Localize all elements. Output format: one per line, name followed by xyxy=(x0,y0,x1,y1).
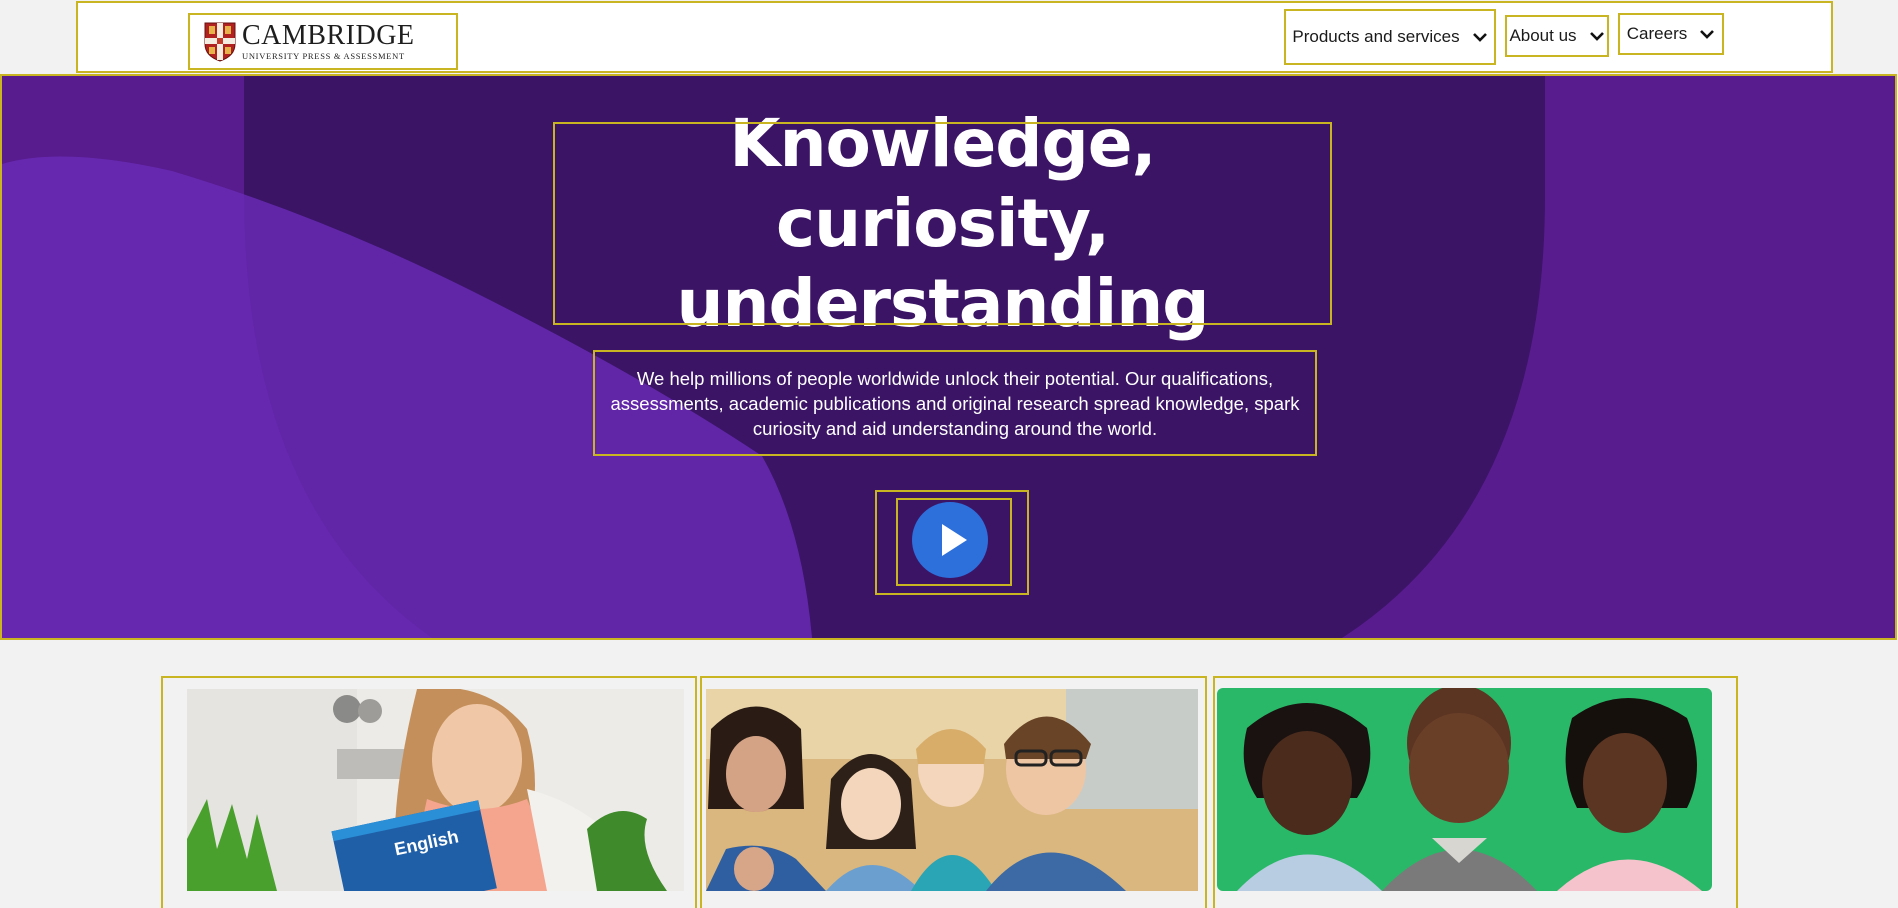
chevron-down-icon xyxy=(1472,33,1487,42)
nav-products-label: Products and services xyxy=(1292,27,1460,46)
nav-careers-label: Careers xyxy=(1626,24,1688,43)
card-image-woman-reading[interactable]: English xyxy=(187,689,684,891)
logo-tagline: UNIVERSITY PRESS & ASSESSMENT xyxy=(242,51,405,62)
play-icon xyxy=(942,524,967,556)
card-image-students[interactable] xyxy=(706,689,1198,891)
chevron-down-icon xyxy=(1700,30,1715,39)
chevron-down-icon xyxy=(1589,32,1604,41)
site-header: CAMBRIDGE UNIVERSITY PRESS & ASSESSMENT … xyxy=(76,1,1833,73)
card-image-children[interactable] xyxy=(1217,688,1712,891)
nav-products-and-services[interactable]: Products and services xyxy=(1284,9,1496,65)
cambridge-shield-icon xyxy=(204,22,236,62)
play-button[interactable] xyxy=(912,502,988,578)
logo-name: CAMBRIDGE xyxy=(242,20,415,52)
headline-line-2: understanding xyxy=(676,264,1210,342)
hero-description: We help millions of people worldwide unl… xyxy=(593,350,1317,456)
hero-banner: Knowledge, curiosity, understanding We h… xyxy=(0,74,1897,640)
nav-about-us[interactable]: About us xyxy=(1505,15,1609,57)
nav-careers[interactable]: Careers xyxy=(1618,13,1724,55)
headline-line-1: Knowledge, curiosity, xyxy=(729,104,1156,262)
hero-headline: Knowledge, curiosity, understanding xyxy=(553,105,1332,342)
nav-about-label: About us xyxy=(1509,26,1577,45)
cambridge-logo[interactable]: CAMBRIDGE UNIVERSITY PRESS & ASSESSMENT xyxy=(188,13,458,70)
